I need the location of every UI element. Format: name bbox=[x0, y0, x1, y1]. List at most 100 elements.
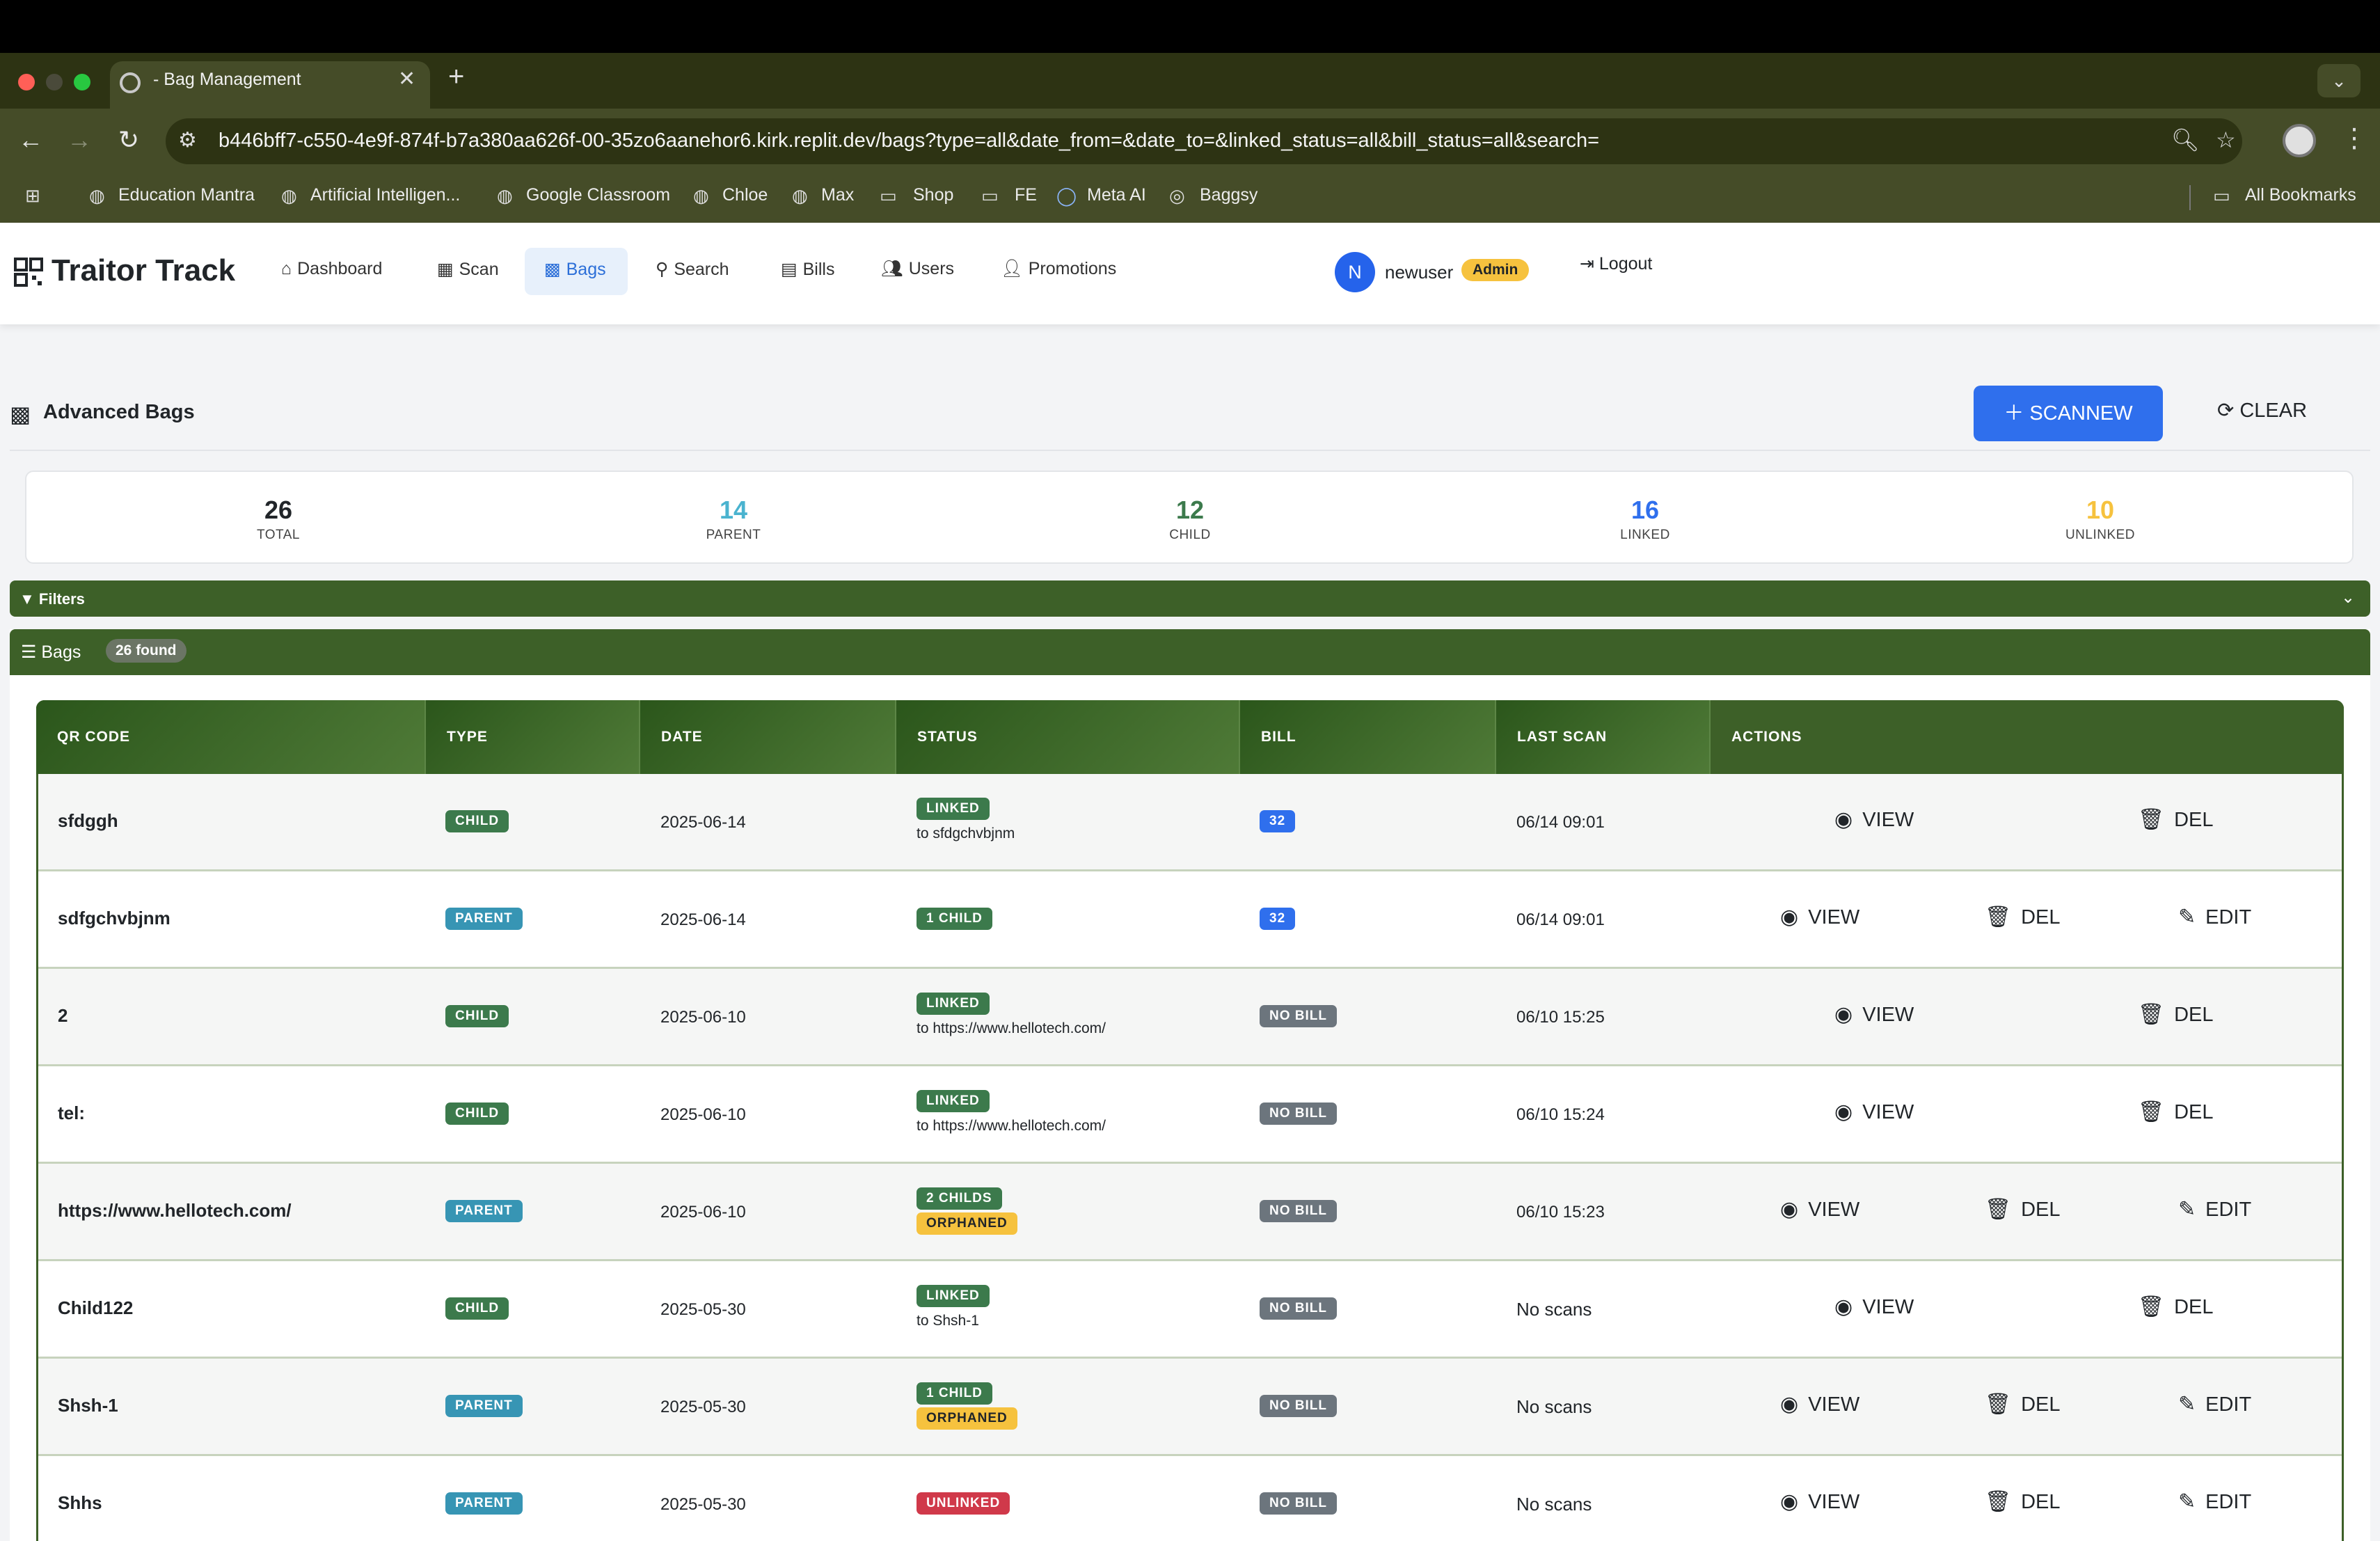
qr-code-cell[interactable]: tel: bbox=[58, 1103, 85, 1124]
window-close-button[interactable] bbox=[18, 74, 35, 90]
chevron-down-icon[interactable]: ⌄ bbox=[2341, 587, 2355, 608]
nav-bills[interactable]: ▤ Bills bbox=[781, 259, 834, 280]
table-row[interactable] bbox=[38, 774, 2342, 871]
bookmark-max[interactable]: Max bbox=[821, 185, 854, 205]
clear-button[interactable]: ⟳ CLEAR bbox=[2217, 398, 2307, 422]
bill-badge[interactable]: 32 bbox=[1260, 908, 1296, 930]
tab-search-chevron-down-icon[interactable]: ⌄ bbox=[2317, 64, 2361, 97]
view-button[interactable]: ◉ VIEW bbox=[1834, 807, 1914, 832]
scan-new-button[interactable]: ＋ SCANNEW bbox=[1974, 386, 2163, 441]
view-button[interactable]: ◉ VIEW bbox=[1834, 1002, 1914, 1027]
forward-arrow-icon[interactable]: → bbox=[67, 125, 92, 155]
view-button[interactable]: ◉ VIEW bbox=[1834, 1295, 1914, 1319]
url-text[interactable]: b446bff7-c550-4e9f-874f-b7a380aa626f-00-… bbox=[219, 129, 1599, 152]
zoom-icon[interactable]: 🔍︎ bbox=[2171, 127, 2200, 153]
qr-code-cell[interactable]: sdfgchvbjnm bbox=[58, 908, 170, 929]
delete-button[interactable]: 🗑︎ DEL bbox=[2138, 1100, 2214, 1124]
bookmark-shop[interactable]: Shop bbox=[913, 185, 953, 205]
bookmark-baggsy[interactable]: Baggsy bbox=[1200, 185, 1258, 205]
bookmark-star-icon[interactable]: ☆ bbox=[2216, 127, 2236, 153]
close-icon[interactable]: ✕ bbox=[398, 67, 415, 91]
th-type[interactable]: TYPE bbox=[426, 700, 640, 774]
stat-total: 26 TOTAL bbox=[195, 496, 362, 543]
bookmark-meta-ai[interactable]: Meta AI bbox=[1087, 185, 1146, 205]
site-settings-icon[interactable]: ⚙ bbox=[178, 128, 197, 152]
table-row[interactable] bbox=[38, 1261, 2342, 1359]
all-bookmarks[interactable]: All Bookmarks bbox=[2245, 185, 2356, 205]
table-row[interactable] bbox=[38, 1066, 2342, 1164]
delete-button[interactable]: 🗑︎ DEL bbox=[1985, 1197, 2061, 1222]
nav-search[interactable]: ⚲ Search bbox=[656, 259, 729, 280]
th-status[interactable]: STATUS bbox=[896, 700, 1240, 774]
qr-code-cell[interactable]: sfdggh bbox=[58, 810, 118, 832]
eye-icon: ◉ bbox=[1780, 1393, 1799, 1416]
window-minimize-button[interactable] bbox=[46, 74, 63, 90]
bookmark-google-classroom[interactable]: Google Classroom bbox=[526, 185, 670, 205]
nav-dashboard[interactable]: ⌂ Dashboard bbox=[281, 259, 382, 279]
new-tab-button[interactable]: + bbox=[448, 61, 464, 93]
view-button[interactable]: ◉ VIEW bbox=[1780, 1392, 1859, 1416]
delete-button[interactable]: 🗑︎ DEL bbox=[1985, 1392, 2061, 1416]
th-qr-code[interactable]: QR CODE bbox=[36, 700, 426, 774]
delete-button[interactable]: 🗑︎ DEL bbox=[2138, 807, 2214, 832]
qr-code-cell[interactable]: Shsh-1 bbox=[58, 1395, 118, 1416]
reload-icon[interactable]: ↻ bbox=[118, 125, 139, 155]
edit-button[interactable]: ✎ EDIT bbox=[2178, 1489, 2251, 1514]
home-icon: ⌂ bbox=[281, 259, 292, 278]
edit-button[interactable]: ✎ EDIT bbox=[2178, 905, 2251, 929]
delete-button[interactable]: 🗑︎ DEL bbox=[1985, 1489, 2061, 1514]
view-button[interactable]: ◉ VIEW bbox=[1834, 1100, 1914, 1124]
view-button[interactable]: ◉ VIEW bbox=[1780, 1489, 1859, 1514]
profile-avatar[interactable] bbox=[2283, 124, 2316, 157]
view-button[interactable]: ◉ VIEW bbox=[1780, 905, 1859, 929]
clear-label: CLEAR bbox=[2239, 400, 2308, 422]
logout-link[interactable]: ⇥ Logout bbox=[1580, 253, 1652, 274]
date-cell: 2025-05-30 bbox=[660, 1300, 746, 1319]
qr-code-cell[interactable]: https://www.hellotech.com/ bbox=[58, 1200, 292, 1222]
qr-code-cell[interactable]: Child122 bbox=[58, 1297, 133, 1319]
bookmark-artificial-intelligence[interactable]: Artificial Intelligen... bbox=[310, 185, 460, 205]
bookmark-fe[interactable]: FE bbox=[1015, 185, 1037, 205]
th-date[interactable]: DATE bbox=[640, 700, 896, 774]
nav-scan[interactable]: ▦ Scan bbox=[437, 259, 499, 280]
nav-promotions[interactable]: 👤︎ Promotions bbox=[1001, 259, 1116, 279]
window-zoom-button[interactable] bbox=[74, 74, 90, 90]
bookmark-chloe[interactable]: Chloe bbox=[722, 185, 768, 205]
bill-badge[interactable]: 32 bbox=[1260, 810, 1296, 832]
status-badge: LINKED bbox=[917, 1090, 990, 1112]
th-bill[interactable]: BILL bbox=[1240, 700, 1496, 774]
del-label: DEL bbox=[2021, 906, 2061, 928]
edit-label: EDIT bbox=[2205, 1393, 2252, 1416]
filters-toggle[interactable] bbox=[10, 580, 2370, 617]
avatar[interactable]: N bbox=[1335, 252, 1375, 292]
qr-code-cell[interactable]: Shhs bbox=[58, 1492, 102, 1514]
globe-icon: ◍ bbox=[89, 185, 105, 206]
table-row[interactable] bbox=[38, 969, 2342, 1066]
back-arrow-icon[interactable]: ← bbox=[18, 125, 43, 155]
brand-title[interactable]: Traitor Track bbox=[51, 253, 235, 288]
linked-to-text: to sfdgchvbjnm bbox=[917, 825, 1015, 841]
qr-code-cell[interactable]: 2 bbox=[58, 1005, 68, 1027]
nav-users[interactable]: 👥︎ Users bbox=[881, 259, 954, 279]
apps-grid-icon[interactable]: ⊞ bbox=[25, 185, 40, 207]
kebab-menu-icon[interactable]: ⋮ bbox=[2341, 123, 2367, 154]
bags-label: Bags bbox=[41, 642, 81, 662]
globe-icon bbox=[120, 72, 141, 93]
delete-button[interactable]: 🗑︎ DEL bbox=[2138, 1002, 2214, 1027]
th-last-scan[interactable]: LAST SCAN bbox=[1496, 700, 1711, 774]
linked-to-text: to https://www.hellotech.com/ bbox=[917, 1020, 1106, 1036]
bags-card-header bbox=[10, 629, 2370, 675]
nav-promotions-label: Promotions bbox=[1028, 259, 1117, 278]
view-button[interactable]: ◉ VIEW bbox=[1780, 1197, 1859, 1222]
bookmark-education-mantra[interactable]: Education Mantra bbox=[118, 185, 255, 205]
delete-button[interactable]: 🗑︎ DEL bbox=[1985, 905, 2061, 929]
filter-icon: ▼ bbox=[19, 590, 39, 608]
edit-button[interactable]: ✎ EDIT bbox=[2178, 1392, 2251, 1416]
del-label: DEL bbox=[2021, 1491, 2061, 1513]
delete-button[interactable]: 🗑︎ DEL bbox=[2138, 1295, 2214, 1319]
edit-button[interactable]: ✎ EDIT bbox=[2178, 1197, 2251, 1222]
edit-label: EDIT bbox=[2205, 906, 2252, 928]
nav-bags[interactable]: ▩ Bags bbox=[544, 259, 606, 280]
globe-icon: ◍ bbox=[281, 185, 297, 206]
qr-code-icon: ▦ bbox=[437, 260, 454, 279]
